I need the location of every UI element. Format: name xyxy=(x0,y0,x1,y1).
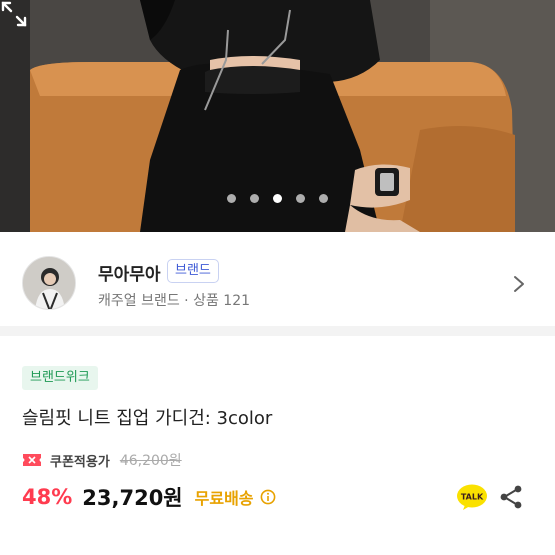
sale-price: 23,720원 xyxy=(82,486,183,510)
carousel-dot[interactable] xyxy=(227,194,236,203)
share-icon[interactable] xyxy=(498,484,524,510)
seller-name[interactable]: 무아무아 xyxy=(98,260,161,285)
product-title: 슬림핏 니트 집업 가디건: 3color xyxy=(22,408,273,429)
carousel-dot[interactable] xyxy=(296,194,305,203)
coupon-price-row: 쿠폰적용가 46,200원 xyxy=(22,450,182,470)
brand-week-tag: 브랜드위크 xyxy=(22,366,98,390)
seller-avatar[interactable] xyxy=(22,256,76,310)
seller-meta: 캐주얼 브랜드 · 상품 121 xyxy=(98,293,251,309)
free-shipping-label: 무료배송 xyxy=(194,489,254,508)
carousel-dot[interactable] xyxy=(250,194,259,203)
coupon-label: 쿠폰적용가 xyxy=(50,454,110,470)
original-price: 46,200원 xyxy=(119,453,182,469)
coupon-ticket-icon xyxy=(23,454,41,466)
seller-info-row[interactable]: 무아무아 브랜드 캐주얼 브랜드 · 상품 121 xyxy=(0,232,555,336)
carousel-indicator xyxy=(0,194,555,203)
carousel-dot-active[interactable] xyxy=(273,194,282,203)
price-row: 48% 23,720원 무료배송 xyxy=(22,482,276,512)
expand-icon[interactable] xyxy=(0,0,28,28)
discount-rate: 48% xyxy=(22,485,73,509)
info-icon[interactable] xyxy=(260,489,276,505)
carousel-dot[interactable] xyxy=(319,194,328,203)
svg-text:TALK: TALK xyxy=(461,493,484,502)
kakao-talk-icon[interactable]: TALK xyxy=(456,483,488,511)
chevron-right-icon[interactable] xyxy=(512,274,526,294)
product-image-carousel[interactable] xyxy=(0,0,555,232)
brand-badge: 브랜드 xyxy=(167,259,219,283)
